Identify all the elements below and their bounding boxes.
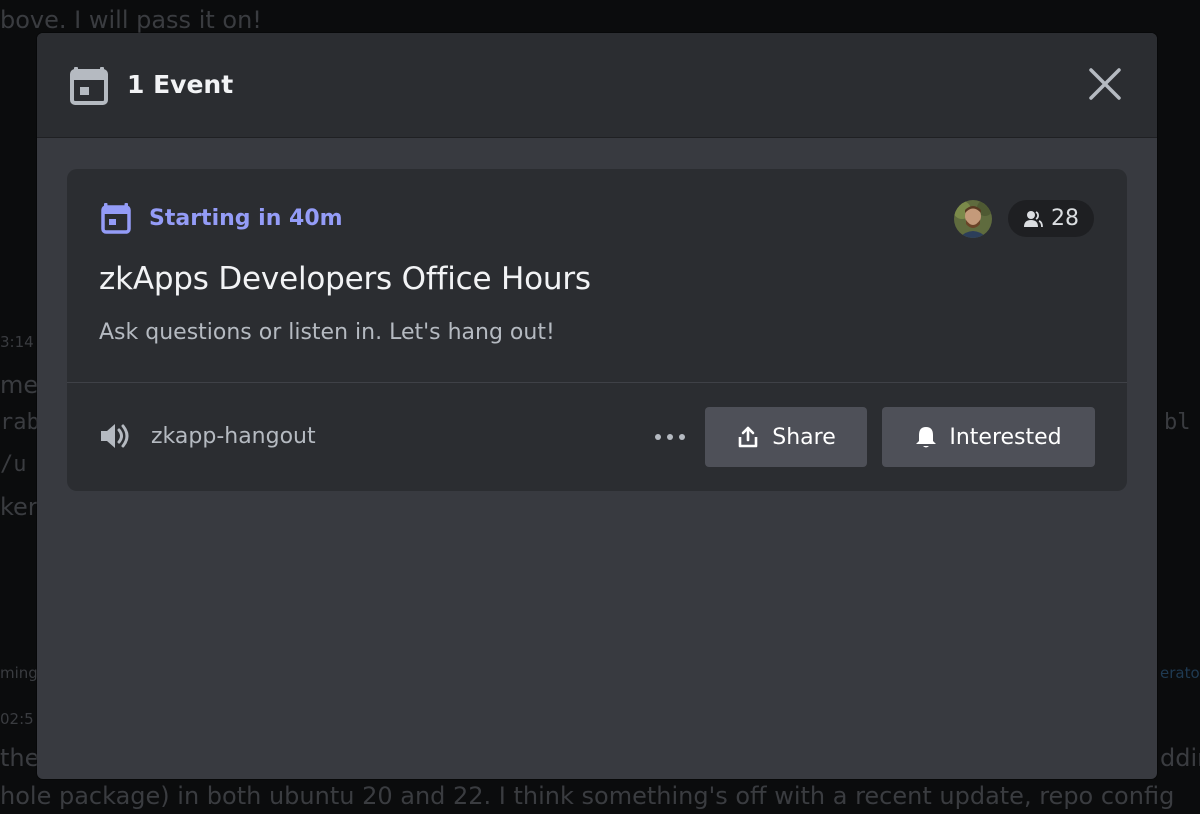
people-icon	[1024, 210, 1043, 227]
card-divider	[67, 382, 1127, 383]
modal-title: 1 Event	[127, 70, 234, 99]
channel-name: zkapp-hangout	[151, 423, 316, 449]
interested-count: 28	[1051, 206, 1079, 231]
bg-message-line: ker	[0, 493, 38, 521]
interested-label: Interested	[949, 424, 1062, 450]
event-channel[interactable]: zkapp-hangout	[99, 421, 316, 451]
modal-header: 1 Event	[37, 33, 1157, 138]
avatar[interactable]	[954, 200, 992, 238]
bg-message-line: bove. I will pass it on!	[0, 6, 262, 34]
bg-message-line: me	[0, 371, 39, 399]
bell-icon	[916, 427, 937, 448]
events-modal: 1 Event Starting in 40m 28 zkApps Develo…	[37, 33, 1157, 779]
bg-message-line: hole package) in both ubuntu 20 and 22. …	[0, 782, 1175, 810]
bg-message-line: the	[0, 744, 40, 772]
bg-timestamp: 02:5	[0, 710, 34, 728]
event-title: zkApps Developers Office Hours	[99, 261, 591, 297]
user-avatar-image	[954, 200, 992, 238]
bg-timestamp: 3:14	[0, 333, 34, 351]
speaker-icon	[101, 424, 129, 448]
event-description: Ask questions or listen in. Let's hang o…	[99, 320, 555, 345]
share-button[interactable]: Share	[705, 407, 867, 467]
close-icon[interactable]	[1085, 64, 1125, 104]
starting-label: Starting in 40m	[149, 205, 343, 231]
bg-message-line: rab	[0, 410, 40, 435]
bg-message-link: erato	[1160, 664, 1200, 682]
more-options-button[interactable]	[651, 422, 689, 452]
calendar-icon	[70, 67, 108, 105]
calendar-icon	[101, 203, 131, 234]
interested-count-badge[interactable]: 28	[1008, 200, 1094, 237]
more-horizontal-icon	[655, 434, 685, 440]
bg-message-line: ddin	[1160, 744, 1200, 772]
share-icon	[738, 426, 758, 448]
interested-button[interactable]: Interested	[882, 407, 1095, 467]
event-card[interactable]: Starting in 40m 28 zkApps Developers Off…	[67, 169, 1127, 491]
share-label: Share	[772, 424, 836, 450]
event-start-status: Starting in 40m	[101, 201, 343, 235]
bg-message-line: ming	[0, 664, 38, 682]
bg-message-line: bl	[1164, 410, 1191, 435]
bg-message-line: /u	[0, 452, 27, 477]
